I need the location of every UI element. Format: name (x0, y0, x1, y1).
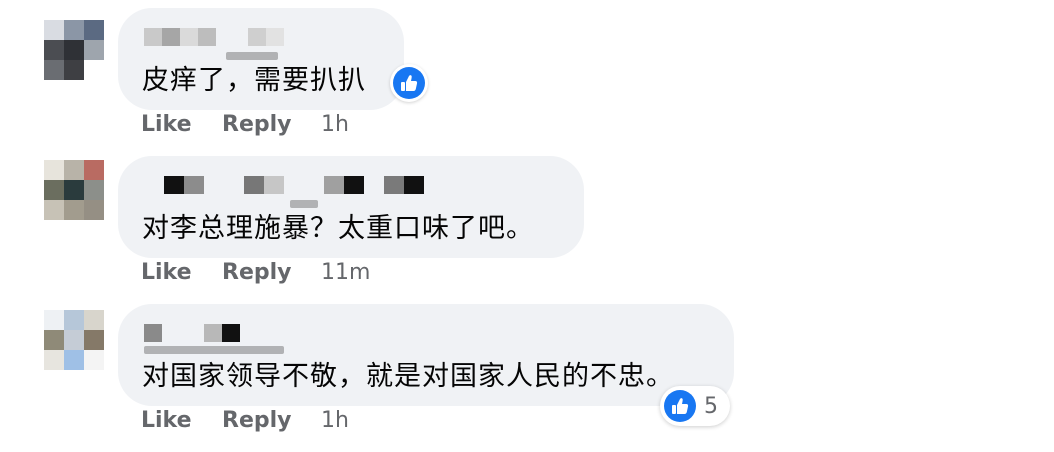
comment-item: 对李总理施暴？太重口味了吧。 Like Reply 11m (0, 148, 1054, 296)
like-link[interactable]: Like (141, 408, 192, 433)
timestamp[interactable]: 1h (321, 112, 349, 137)
thumbs-up-icon (672, 398, 689, 414)
comment-text: 皮痒了，需要扒扒 (142, 65, 366, 96)
like-link[interactable]: Like (141, 260, 192, 285)
comment-bubble: 对国家领导不敬，就是对国家人民的不忠。 5 (118, 304, 734, 426)
reaction-count: 5 (704, 394, 718, 419)
timestamp[interactable]: 11m (321, 260, 370, 285)
avatar[interactable] (44, 310, 104, 370)
comment-item: 对国家领导不敬，就是对国家人民的不忠。 5 Like Reply 1h (0, 296, 1054, 444)
thumbs-up-icon (401, 75, 418, 91)
reaction-badge[interactable] (390, 64, 428, 102)
avatar[interactable] (44, 160, 104, 220)
timestamp[interactable]: 1h (321, 408, 349, 433)
comment-bubble: 对李总理施暴？太重口味了吧。 (118, 156, 584, 258)
reply-link[interactable]: Reply (222, 260, 292, 285)
comment-text: 对国家领导不敬，就是对国家人民的不忠。 (142, 361, 674, 392)
comment-text: 对李总理施暴？太重口味了吧。 (142, 213, 534, 244)
reply-link[interactable]: Reply (222, 408, 292, 433)
reaction-summary[interactable]: 5 (660, 386, 730, 426)
like-link[interactable]: Like (141, 112, 192, 137)
comment-bubble: 皮痒了，需要扒扒 (118, 8, 428, 110)
comment-item: 皮痒了，需要扒扒 Like Reply 1h (0, 0, 1054, 148)
avatar[interactable] (44, 20, 104, 80)
reply-link[interactable]: Reply (222, 112, 292, 137)
